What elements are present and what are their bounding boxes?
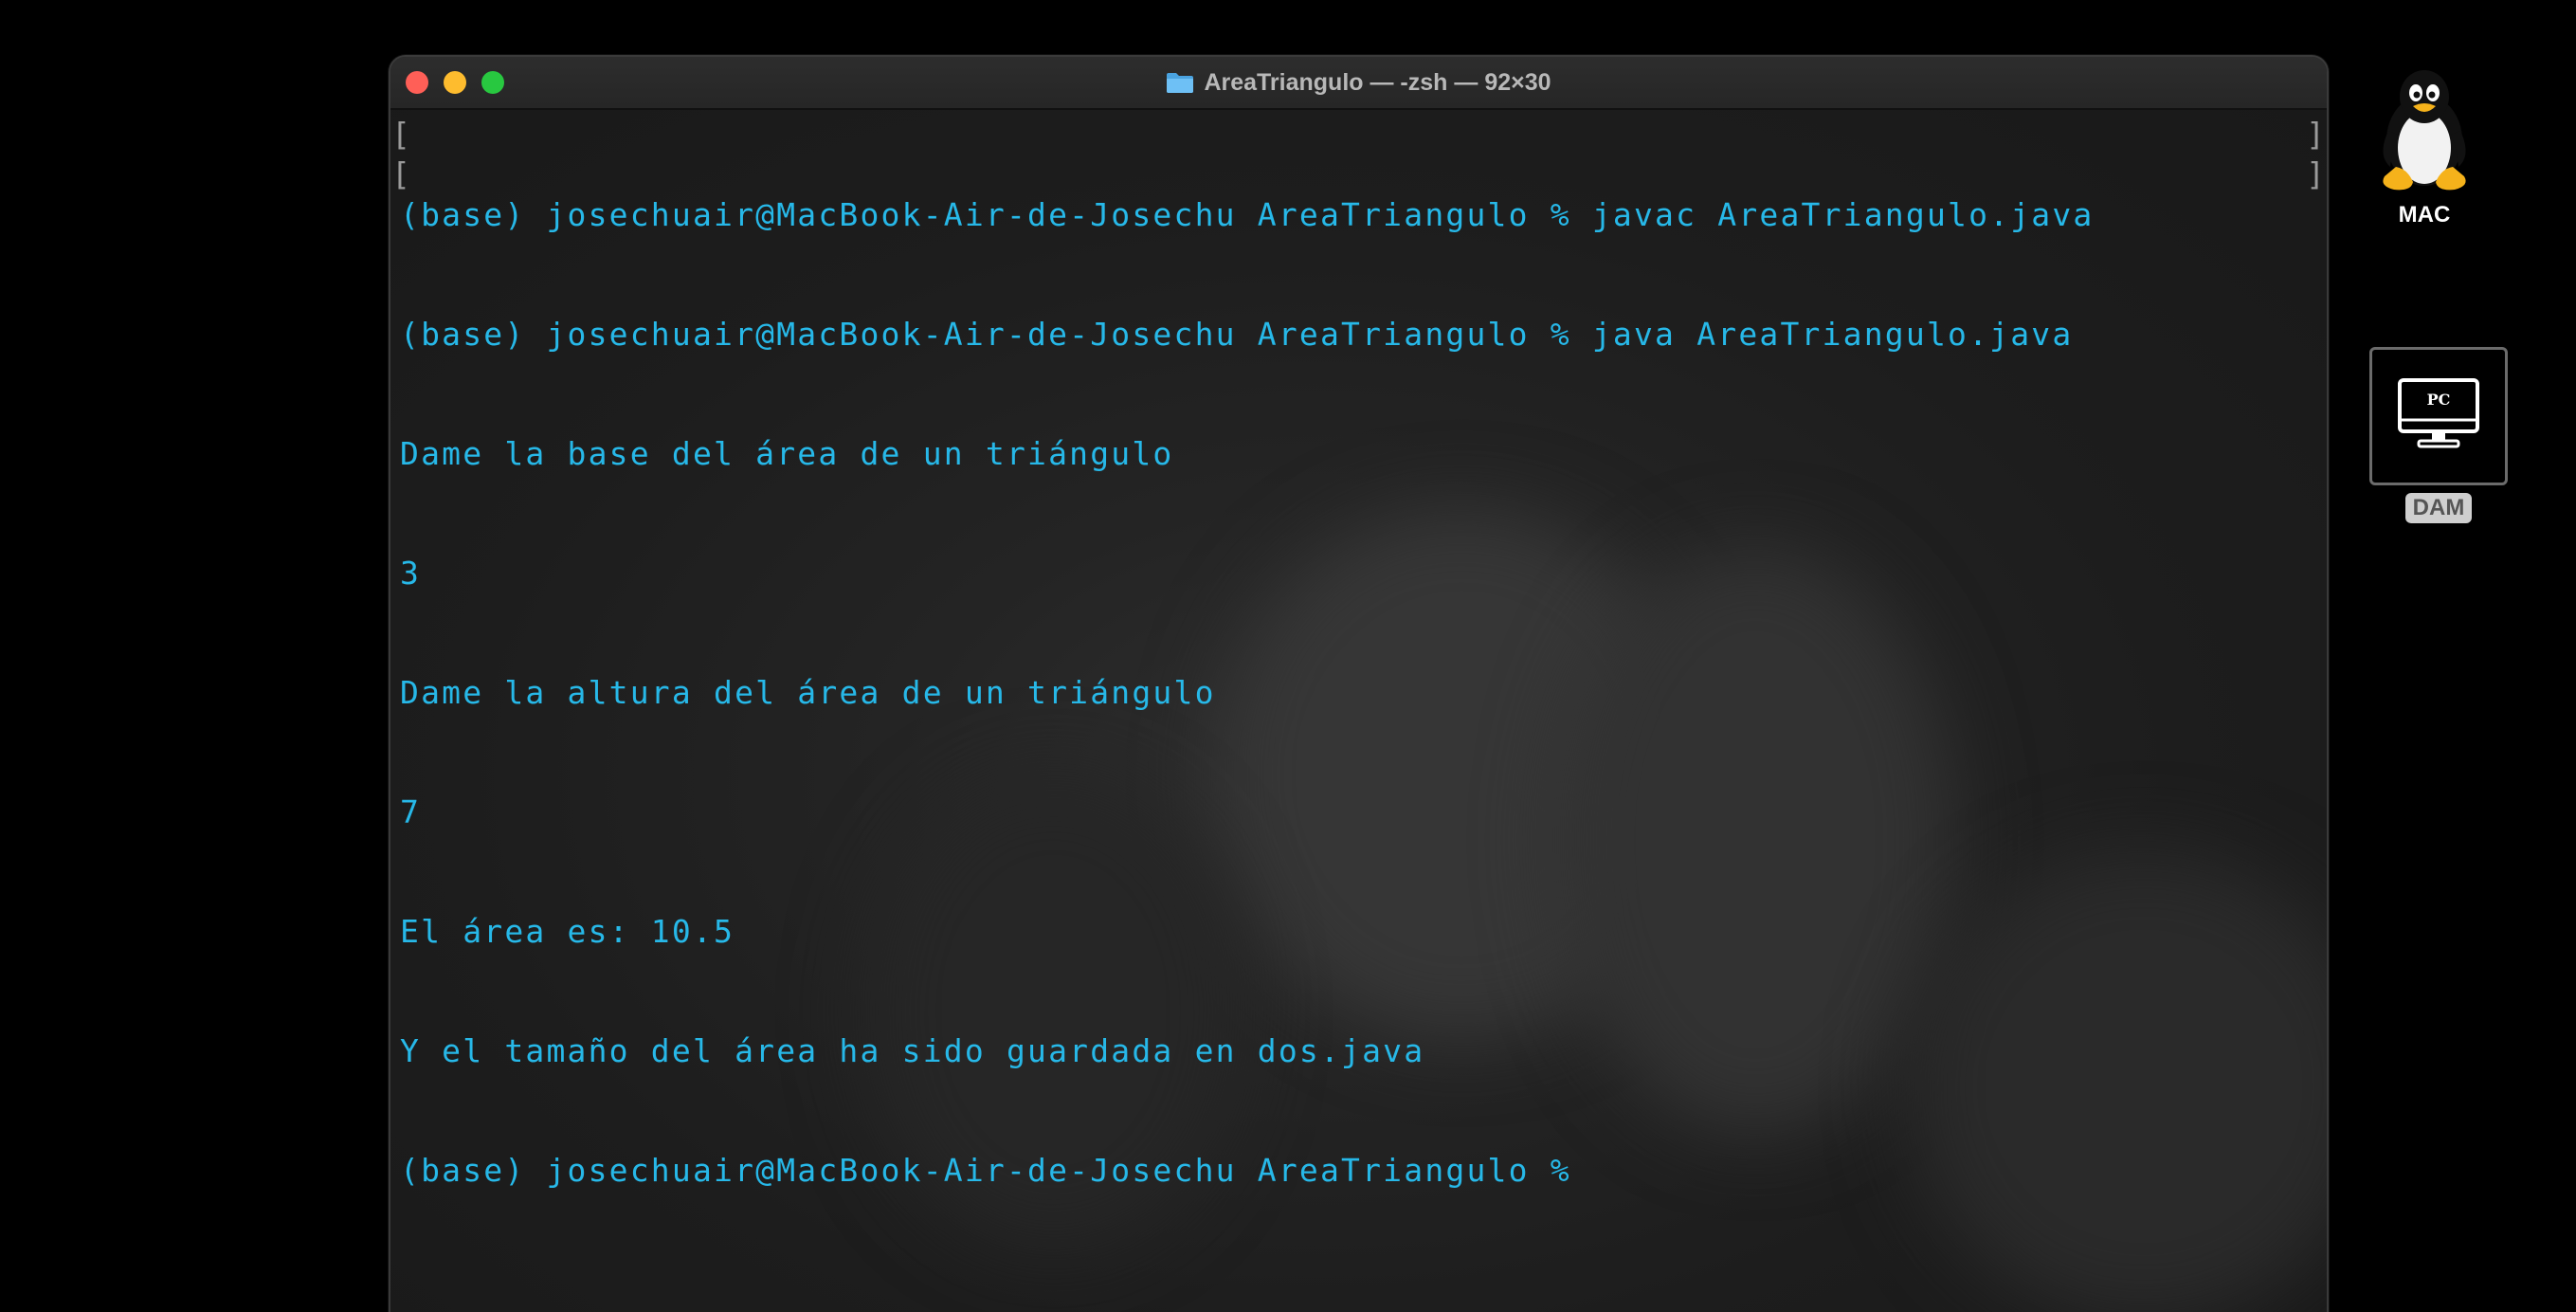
- terminal-body[interactable]: [ [ ] ] (base) josechuair@MacBook-Air-de…: [390, 110, 2327, 1312]
- terminal-line: Dame la altura del área de un triángulo: [400, 674, 1216, 711]
- window-title-container: AreaTriangulo — -zsh — 92×30: [390, 57, 2327, 108]
- desktop-icon-label: MAC: [2398, 202, 2451, 228]
- pc-icon-text: PC: [2427, 391, 2451, 409]
- terminal-prompt[interactable]: (base) josechuair@MacBook-Air-de-Josechu…: [400, 1151, 2327, 1191]
- terminal-output[interactable]: (base) josechuair@MacBook-Air-de-Josechu…: [400, 116, 2327, 1270]
- terminal-line: Dame la base del área de un triángulo: [400, 435, 1174, 472]
- terminal-line: 7: [400, 793, 422, 830]
- folder-icon: [1166, 71, 1194, 94]
- terminal-line: (base) josechuair@MacBook-Air-de-Josechu…: [400, 316, 2074, 353]
- desktop-icon-dam[interactable]: PC DAM: [2369, 347, 2508, 523]
- title-bar[interactable]: AreaTriangulo — -zsh — 92×30: [390, 57, 2327, 110]
- terminal-line: El área es: 10.5: [400, 913, 735, 950]
- tux-penguin-icon: [2369, 70, 2479, 197]
- desktop: AreaTriangulo — -zsh — 92×30 [ [ ] ] (ba…: [0, 0, 2576, 1312]
- terminal-line: Y el tamaño del área ha sido guardada en…: [400, 1032, 1425, 1069]
- desktop-icon-label: DAM: [2404, 493, 2473, 523]
- terminal-line: 3: [400, 555, 422, 592]
- pc-monitor-icon: PC: [2396, 376, 2481, 457]
- terminal-window[interactable]: AreaTriangulo — -zsh — 92×30 [ [ ] ] (ba…: [389, 55, 2329, 1312]
- pc-icon-frame: PC: [2369, 347, 2508, 485]
- desktop-icon-mac[interactable]: MAC: [2358, 64, 2491, 228]
- window-title: AreaTriangulo — -zsh — 92×30: [1204, 68, 1551, 96]
- terminal-line: (base) josechuair@MacBook-Air-de-Josechu…: [400, 196, 2095, 233]
